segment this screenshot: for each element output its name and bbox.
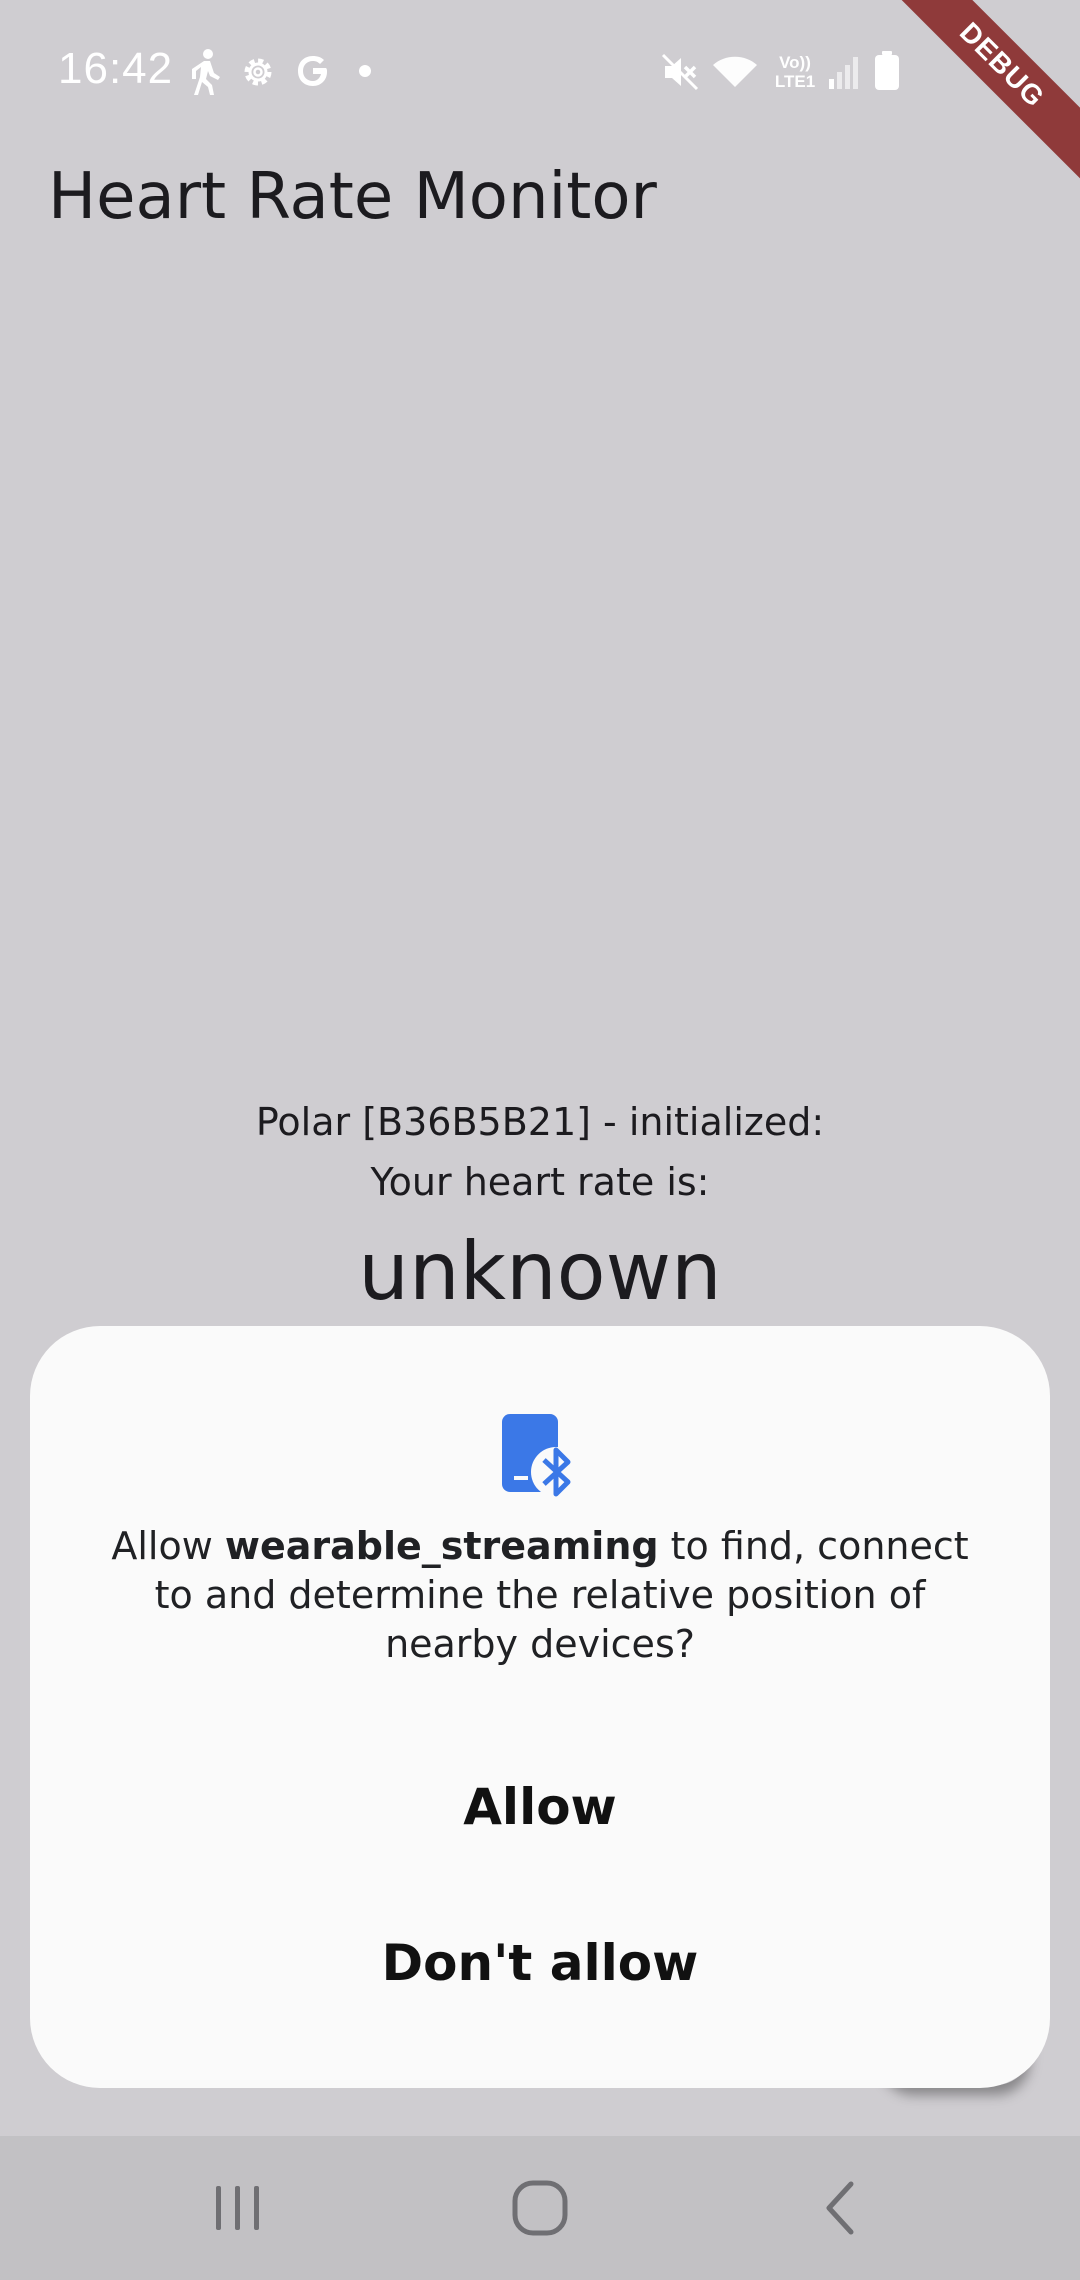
permission-dialog: Allow wearable_streaming to find, connec… (30, 1326, 1050, 2088)
status-bar: 16:42 Vo)) LTE1 (0, 0, 1080, 140)
settings-gear-icon (238, 52, 278, 92)
mute-icon (660, 52, 700, 92)
recent-apps-icon[interactable] (198, 2172, 278, 2244)
bluetooth-device-icon (500, 1412, 581, 1502)
wifi-icon (710, 52, 760, 92)
message-prefix: Allow (111, 1524, 225, 1568)
allow-button[interactable]: Allow (90, 1752, 990, 1862)
heart-rate-value: unknown (358, 1225, 722, 1318)
volte-icon: Vo)) LTE1 (770, 50, 820, 94)
heart-rate-label: Your heart rate is: (370, 1160, 710, 1204)
dot-icon (358, 64, 372, 78)
app-name: wearable_streaming (224, 1524, 659, 1568)
dont-allow-button[interactable]: Don't allow (90, 1908, 990, 2018)
device-status-text: Polar [B36B5B21] - initialized: (255, 1100, 825, 1144)
back-icon[interactable] (802, 2172, 882, 2244)
signal-icon (826, 52, 862, 92)
battery-icon (872, 50, 902, 92)
google-icon (292, 50, 334, 92)
home-icon[interactable] (500, 2172, 580, 2244)
navigation-bar (0, 2136, 1080, 2280)
page-title: Heart Rate Monitor (48, 160, 657, 234)
volte-label: Vo)) LTE1 (774, 53, 816, 91)
status-time: 16:42 (58, 44, 174, 93)
permission-message: Allow wearable_streaming to find, connec… (90, 1522, 990, 1669)
walking-icon (188, 48, 224, 96)
